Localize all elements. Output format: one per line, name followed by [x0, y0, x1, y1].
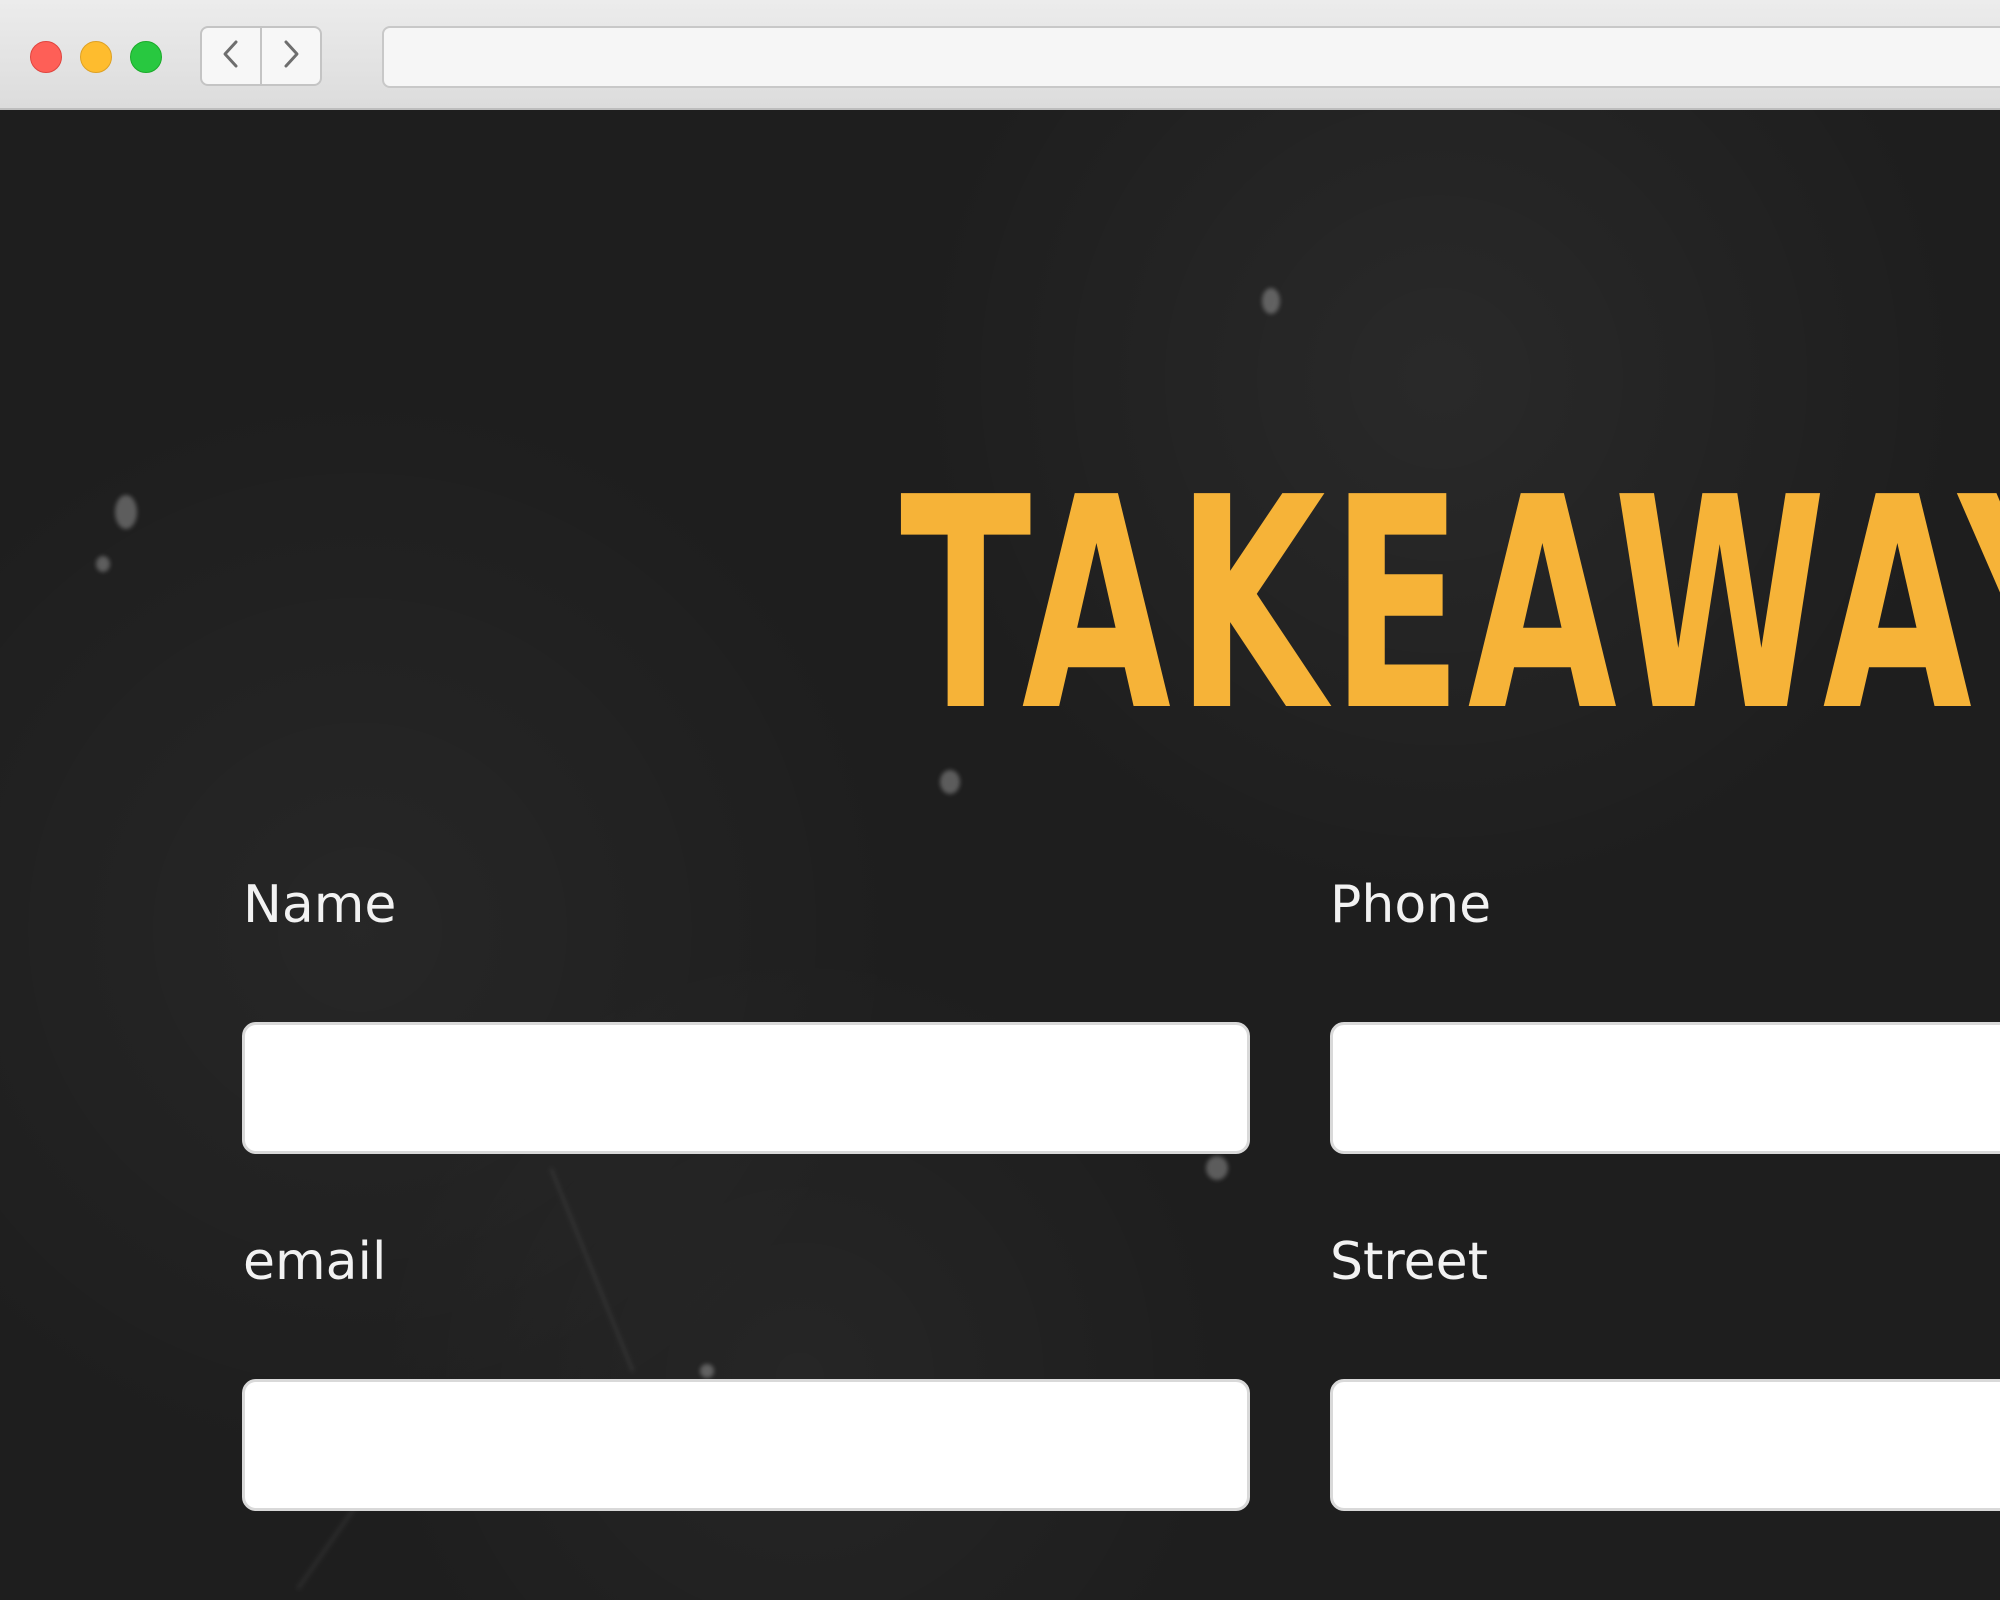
chevron-right-icon [280, 39, 302, 73]
phone-label: Phone [1330, 875, 1492, 935]
chalk-speck [96, 556, 110, 572]
browser-toolbar [0, 0, 2000, 110]
chalk-speck [115, 495, 137, 529]
navigation-buttons [200, 26, 322, 86]
phone-input[interactable] [1330, 1022, 2000, 1154]
chalk-scratch [548, 1167, 636, 1373]
street-label: Street [1330, 1232, 1489, 1292]
close-window-button[interactable] [30, 41, 62, 73]
name-label: Name [243, 875, 397, 935]
chevron-left-icon [220, 39, 242, 73]
page-title: TAKEAWAY [900, 435, 2000, 775]
chalk-speck [700, 1364, 714, 1378]
street-input[interactable] [1330, 1379, 2000, 1511]
maximize-window-button[interactable] [130, 41, 162, 73]
minimize-window-button[interactable] [80, 41, 112, 73]
email-label: email [243, 1232, 387, 1292]
chalk-speck [1262, 288, 1280, 314]
page-content: TAKEAWAY Name Phone email Street [0, 110, 2000, 1600]
back-button[interactable] [202, 28, 260, 84]
name-input[interactable] [242, 1022, 1250, 1154]
email-input[interactable] [242, 1379, 1250, 1511]
page-title-container: TAKEAWAY [900, 435, 2000, 775]
chalk-speck [1206, 1156, 1228, 1180]
forward-button[interactable] [260, 28, 320, 84]
address-bar[interactable] [382, 26, 2000, 88]
